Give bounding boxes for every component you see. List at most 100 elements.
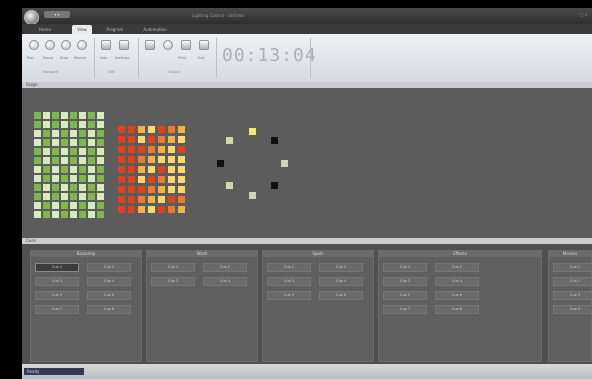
fixture-cell[interactable] bbox=[138, 176, 145, 183]
fixture-cell[interactable] bbox=[61, 193, 68, 200]
fixture-cell[interactable] bbox=[52, 139, 59, 146]
fixture-cell[interactable] bbox=[43, 184, 50, 191]
cue-slot[interactable]: Cue 4 bbox=[203, 277, 247, 286]
fixture-cell[interactable] bbox=[34, 121, 41, 128]
target-button[interactable] bbox=[162, 40, 174, 54]
fixture-cell[interactable] bbox=[158, 186, 165, 193]
cue-slot[interactable]: Cue 1 bbox=[35, 263, 79, 272]
cue-slot[interactable]: Cue 2 bbox=[87, 263, 131, 272]
fixture-cell[interactable] bbox=[70, 184, 77, 191]
cue-slot[interactable]: Cue 5 bbox=[383, 291, 427, 300]
pause-button[interactable] bbox=[44, 40, 56, 54]
fixture-cell[interactable] bbox=[43, 211, 50, 218]
fixture-cell[interactable] bbox=[97, 130, 104, 137]
fixture-cell[interactable] bbox=[34, 184, 41, 191]
fixture-cell[interactable] bbox=[79, 211, 86, 218]
fixture-cell[interactable] bbox=[168, 196, 175, 203]
fixture-cell[interactable] bbox=[88, 166, 95, 173]
fixture-cell[interactable] bbox=[148, 186, 155, 193]
fixture-cell[interactable] bbox=[70, 175, 77, 182]
fixture-cell[interactable] bbox=[61, 166, 68, 173]
fixture-cell[interactable] bbox=[88, 112, 95, 119]
fixture-cell[interactable] bbox=[79, 166, 86, 173]
cue-slot[interactable]: Cue 6 bbox=[435, 291, 479, 300]
fixture-cell[interactable] bbox=[97, 121, 104, 128]
fixture-cell[interactable] bbox=[34, 148, 41, 155]
spot-fixture[interactable] bbox=[225, 136, 233, 144]
cue-slot[interactable]: Cue 2 bbox=[319, 263, 363, 272]
fixture-cell[interactable] bbox=[34, 211, 41, 218]
fixture-cell[interactable] bbox=[88, 211, 95, 218]
fixture-cell[interactable] bbox=[52, 193, 59, 200]
fixture-cell[interactable] bbox=[158, 156, 165, 163]
spot-fixture[interactable] bbox=[271, 182, 279, 190]
fixture-cell[interactable] bbox=[148, 196, 155, 203]
fixture-cell[interactable] bbox=[70, 130, 77, 137]
fixture-cell[interactable] bbox=[118, 136, 125, 143]
fixture-cell[interactable] bbox=[43, 166, 50, 173]
cue-slot[interactable]: Cue 7 bbox=[35, 305, 79, 314]
fixture-cell[interactable] bbox=[52, 175, 59, 182]
fixture-cell[interactable] bbox=[97, 112, 104, 119]
fixture-cell[interactable] bbox=[168, 146, 175, 153]
cue-slot[interactable]: Cue 4 bbox=[87, 277, 131, 286]
spot-fixture[interactable] bbox=[280, 159, 288, 167]
fixture-cell[interactable] bbox=[88, 193, 95, 200]
fixture-cell[interactable] bbox=[128, 196, 135, 203]
fixture-cell[interactable] bbox=[61, 175, 68, 182]
cue-slot[interactable]: Cue 2 bbox=[553, 277, 592, 286]
fixture-cell[interactable] bbox=[61, 130, 68, 137]
cue-slot[interactable]: Cue 8 bbox=[435, 305, 479, 314]
tab-view[interactable]: View bbox=[72, 25, 92, 34]
fixture-cell[interactable] bbox=[178, 146, 185, 153]
fixture-cell[interactable] bbox=[138, 156, 145, 163]
fixture-cell[interactable] bbox=[79, 157, 86, 164]
output-button[interactable] bbox=[144, 40, 156, 54]
cue-slot[interactable]: Cue 5 bbox=[267, 291, 311, 300]
fixture-cell[interactable] bbox=[118, 196, 125, 203]
fixture-cell[interactable] bbox=[70, 211, 77, 218]
fixture-cell[interactable] bbox=[128, 186, 135, 193]
fixture-cell[interactable] bbox=[158, 136, 165, 143]
fixture-cell[interactable] bbox=[79, 148, 86, 155]
fixture-cell[interactable] bbox=[97, 139, 104, 146]
fixture-cell[interactable] bbox=[158, 166, 165, 173]
spot-fixture[interactable] bbox=[216, 159, 224, 167]
fixture-cell[interactable] bbox=[79, 193, 86, 200]
fixture-cell[interactable] bbox=[43, 148, 50, 155]
fixture-cell[interactable] bbox=[118, 156, 125, 163]
record-button[interactable] bbox=[76, 40, 88, 54]
cue-slot[interactable]: Cue 1 bbox=[383, 263, 427, 272]
fixture-cell[interactable] bbox=[70, 148, 77, 155]
fixture-cell[interactable] bbox=[178, 166, 185, 173]
fixture-cell[interactable] bbox=[148, 166, 155, 173]
fixture-cell[interactable] bbox=[43, 130, 50, 137]
fixture-cell[interactable] bbox=[70, 193, 77, 200]
fixture-cell[interactable] bbox=[79, 130, 86, 137]
fixture-cell[interactable] bbox=[128, 206, 135, 213]
fixture-cell[interactable] bbox=[138, 126, 145, 133]
fixture-cell[interactable] bbox=[61, 211, 68, 218]
fixture-cell[interactable] bbox=[79, 202, 86, 209]
cue-slot[interactable]: Cue 6 bbox=[319, 291, 363, 300]
fixture-cell[interactable] bbox=[61, 112, 68, 119]
fixture-cell[interactable] bbox=[148, 146, 155, 153]
fixture-cell[interactable] bbox=[43, 112, 50, 119]
print-button[interactable] bbox=[180, 40, 192, 54]
fixture-cell[interactable] bbox=[97, 202, 104, 209]
cue-slot[interactable]: Cue 3 bbox=[267, 277, 311, 286]
fixture-cell[interactable] bbox=[52, 148, 59, 155]
fixture-cell[interactable] bbox=[128, 146, 135, 153]
fixture-cell[interactable] bbox=[79, 139, 86, 146]
cue-slot[interactable]: Cue 3 bbox=[35, 277, 79, 286]
fixture-cell[interactable] bbox=[88, 130, 95, 137]
fixture-cell[interactable] bbox=[70, 202, 77, 209]
fixture-cell[interactable] bbox=[118, 166, 125, 173]
fixture-cell[interactable] bbox=[118, 186, 125, 193]
fixture-cell[interactable] bbox=[118, 176, 125, 183]
cue-slot[interactable]: Cue 2 bbox=[203, 263, 247, 272]
fixture-cell[interactable] bbox=[61, 121, 68, 128]
fixture-cell[interactable] bbox=[88, 202, 95, 209]
fixture-cell[interactable] bbox=[178, 156, 185, 163]
cue-slot[interactable]: Cue 7 bbox=[383, 305, 427, 314]
